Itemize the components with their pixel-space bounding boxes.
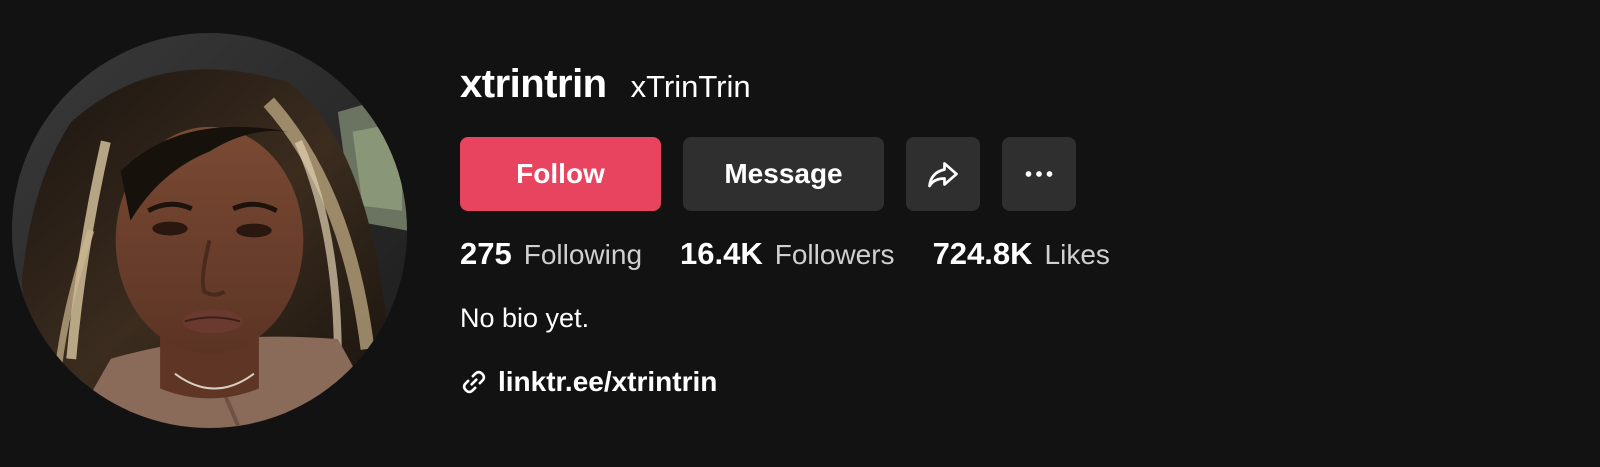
bio-text: No bio yet.	[460, 303, 590, 333]
avatar-image	[12, 33, 407, 428]
stat-likes: 724.8K Likes	[933, 236, 1110, 272]
more-icon	[1025, 171, 1053, 177]
profile-header: xtrintrin xTrinTrin Follow Message 275 F…	[0, 0, 1600, 467]
stat-value: 275	[460, 236, 512, 271]
stat-followers[interactable]: 16.4K Followers	[680, 236, 895, 272]
profile-link[interactable]: linktr.ee/xtrintrin	[460, 366, 717, 398]
avatar[interactable]	[12, 33, 407, 428]
nickname: xTrinTrin	[630, 69, 751, 104]
stat-value: 16.4K	[680, 236, 763, 271]
stat-label: Following	[523, 239, 643, 270]
link-text[interactable]: linktr.ee/xtrintrin	[498, 366, 717, 398]
more-button[interactable]	[1002, 137, 1076, 211]
follow-button[interactable]: Follow	[460, 137, 661, 211]
profile-info: xtrintrin xTrinTrin Follow Message 275 F…	[460, 0, 1560, 467]
stats-row: 275 Following 16.4K Followers 724.8K Lik…	[460, 236, 1148, 272]
stat-label: Likes	[1044, 239, 1110, 270]
stat-label: Followers	[774, 239, 895, 270]
action-buttons: Follow Message	[460, 137, 1076, 211]
message-button[interactable]: Message	[683, 137, 884, 211]
stat-value: 724.8K	[932, 236, 1033, 271]
share-button[interactable]	[906, 137, 980, 211]
link-icon	[460, 367, 490, 397]
title-row: xtrintrin xTrinTrin	[460, 62, 751, 107]
share-icon	[928, 162, 958, 188]
stat-following[interactable]: 275 Following	[460, 236, 642, 272]
username: xtrintrin	[460, 62, 607, 106]
